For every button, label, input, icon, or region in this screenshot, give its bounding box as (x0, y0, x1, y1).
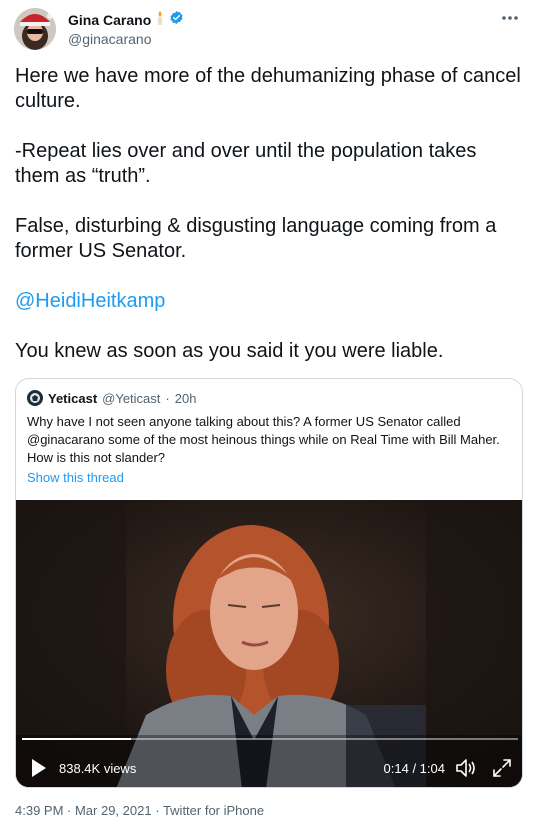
fullscreen-button[interactable] (492, 758, 512, 778)
volume-muted-icon (456, 759, 475, 777)
more-dots-icon (502, 16, 518, 20)
tweet-header: Gina Carano @ginacarano (14, 8, 524, 54)
fullscreen-icon (493, 759, 511, 777)
tweet-footer: 4:39 PM · Mar 29, 2021 · Twitter for iPh… (15, 803, 264, 818)
author-display-name[interactable]: Gina Carano (68, 12, 151, 28)
candle-icon (155, 10, 165, 31)
separator-dot: · (165, 390, 170, 406)
quoted-author-name[interactable]: Yeticast (48, 391, 97, 406)
mention-link[interactable]: @HeidiHeitkamp (15, 290, 165, 312)
tweet-paragraph: You knew as soon as you said it you were… (15, 340, 444, 362)
video-frame (16, 500, 522, 787)
quoted-tweet-age[interactable]: 20h (175, 391, 197, 406)
volume-button[interactable] (455, 758, 477, 778)
quoted-author-avatar[interactable] (27, 390, 43, 406)
quoted-tweet-text: Why have I not seen anyone talking about… (27, 414, 500, 465)
tweet-paragraph: False, disturbing & disgusting language … (15, 215, 497, 262)
quoted-tweet-card[interactable]: Yeticast @Yeticast · 20h Why have I not … (15, 378, 523, 788)
separator-dot: · (155, 803, 160, 818)
quoted-author-handle[interactable]: @Yeticast (102, 391, 160, 406)
author-names: Gina Carano @ginacarano (68, 10, 184, 47)
video-player[interactable]: 838.4K views 0:14 / 1:04 (16, 500, 522, 787)
tweet-source[interactable]: Twitter for iPhone (163, 803, 264, 818)
more-options-button[interactable] (496, 8, 524, 28)
tweet-paragraph: -Repeat lies over and over until the pop… (15, 140, 477, 187)
quoted-tweet-header: Yeticast @Yeticast · 20h (27, 390, 196, 406)
show-thread-link[interactable]: Show this thread (27, 470, 124, 485)
author-avatar[interactable] (14, 8, 56, 50)
video-time: 0:14 / 1:04 (383, 761, 445, 776)
video-controls: 838.4K views 0:14 / 1:04 (16, 747, 522, 787)
video-view-count: 838.4K views (59, 761, 137, 776)
play-button[interactable] (30, 758, 48, 778)
tweet-timestamp[interactable]: 4:39 PM · Mar 29, 2021 (15, 803, 152, 818)
tweet-paragraph: Here we have more of the dehumanizing ph… (15, 65, 521, 112)
verified-badge-icon (169, 10, 184, 30)
video-progress-fill (22, 738, 132, 740)
play-icon (32, 759, 46, 777)
author-handle[interactable]: @ginacarano (68, 31, 184, 47)
video-progress-bar[interactable] (22, 738, 518, 740)
tweet-text: Here we have more of the dehumanizing ph… (15, 64, 525, 389)
